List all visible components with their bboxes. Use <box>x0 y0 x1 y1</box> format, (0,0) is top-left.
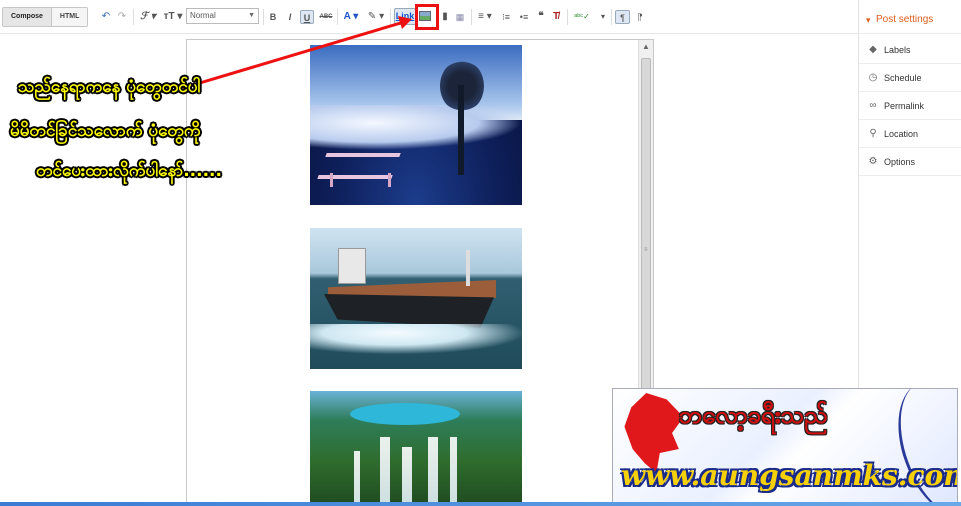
link-button[interactable]: Link <box>394 8 416 25</box>
sidebar-item-label: Options <box>884 157 916 167</box>
numbered-list-button[interactable]: ⁝≡ <box>499 10 513 24</box>
compose-mode-button[interactable]: Compose <box>3 8 51 26</box>
font-family-button[interactable]: ℱ ▾ <box>138 10 158 24</box>
sidebar-item-options[interactable]: ⚙ Options <box>859 148 961 176</box>
waterfall-image[interactable] <box>310 391 522 505</box>
clock-icon: ◷ <box>868 72 878 83</box>
editor-toolbar: Compose HTML ↶ ↷ ℱ ▾ тT ▾ Normal ▼ B I U… <box>0 0 858 34</box>
annotation-line-1: သည်နေရာကနေ ပုံတွေတင်ပါ <box>18 77 201 97</box>
sidebar-item-location[interactable]: ⚲ Location <box>859 120 961 148</box>
insert-image-highlight <box>415 4 439 30</box>
post-settings-title: Post settings <box>876 14 934 25</box>
annotation-line-2: မိမိတင်ခြင်သလောက် ပုံတွေကို <box>10 121 201 141</box>
highlight-button[interactable]: ✎ ▾ <box>366 10 386 24</box>
chevron-down-icon: ▼ <box>248 12 255 19</box>
post-editor[interactable]: ▲ ≡ <box>186 39 654 506</box>
underline-button[interactable]: U <box>300 10 314 24</box>
logo-name: ဘလော့ခရီးသည် <box>679 401 828 429</box>
sidebar-item-label: Permalink <box>884 101 925 111</box>
winter-bench-image[interactable] <box>310 45 522 205</box>
logo-url: www.aungsanmks.com <box>621 459 958 492</box>
chevron-down-icon: ▾ <box>866 15 871 25</box>
toolbar-divider <box>337 9 338 25</box>
tanker-ship-image[interactable] <box>310 228 522 369</box>
more-options-button[interactable]: ▾ <box>598 10 608 24</box>
ltr-button[interactable]: ¶ <box>615 10 630 24</box>
sidebar-item-labels[interactable]: ◆ Labels <box>859 36 961 64</box>
post-settings-header[interactable]: ▾ Post settings <box>859 6 961 34</box>
sidebar-item-permalink[interactable]: ∞ Permalink <box>859 92 961 120</box>
sidebar-item-schedule[interactable]: ◷ Schedule <box>859 64 961 92</box>
toolbar-divider <box>567 9 568 25</box>
jump-break-icon[interactable]: ▦ <box>454 10 466 24</box>
toolbar-divider <box>471 9 472 25</box>
site-watermark-logo: ဘလော့ခရီးသည် www.aungsanmks.com <box>612 388 958 506</box>
toolbar-divider <box>133 9 134 25</box>
rtl-button[interactable]: ¶ <box>634 10 646 24</box>
undo-icon[interactable]: ↶ <box>100 10 112 24</box>
bold-button[interactable]: B <box>267 10 279 24</box>
grip-icon: ≡ <box>644 247 648 253</box>
tag-icon: ◆ <box>869 44 877 55</box>
strikethrough-button[interactable]: ABC <box>318 10 334 24</box>
toolbar-divider <box>390 9 391 25</box>
sidebar-item-label: Location <box>884 129 919 139</box>
text-color-button[interactable]: A ▾ <box>341 10 361 24</box>
bullet-list-button[interactable]: •≡ <box>517 10 531 24</box>
font-size-button[interactable]: тT ▾ <box>162 10 184 24</box>
clear-formatting-button[interactable]: T̸ <box>550 10 562 24</box>
toolbar-divider <box>263 9 264 25</box>
quote-button[interactable]: ❝ <box>535 10 547 24</box>
toolbar-divider <box>611 9 612 25</box>
format-select-value: Normal <box>190 11 216 20</box>
taskbar-edge <box>0 502 961 506</box>
align-button[interactable]: ≡ ▾ <box>475 10 495 24</box>
gear-icon: ⚙ <box>868 156 878 167</box>
scroll-up-icon[interactable]: ▲ <box>642 42 650 51</box>
format-select[interactable]: Normal ▼ <box>186 8 259 24</box>
html-mode-button[interactable]: HTML <box>50 8 88 26</box>
annotation-line-3: တင်ပေးထားလိုက်ပါနော်...... <box>36 161 222 181</box>
redo-icon[interactable]: ↷ <box>116 10 128 24</box>
italic-button[interactable]: I <box>284 10 296 24</box>
spellcheck-button[interactable]: ᵃᵇᶜ✓ <box>572 10 592 24</box>
sidebar-item-label: Schedule <box>884 73 922 83</box>
pin-icon: ⚲ <box>869 128 877 139</box>
mode-switch: Compose HTML <box>2 7 89 27</box>
link-icon: ∞ <box>869 100 877 111</box>
sidebar-item-label: Labels <box>884 45 911 55</box>
insert-video-icon[interactable]: ▮ <box>440 10 450 24</box>
